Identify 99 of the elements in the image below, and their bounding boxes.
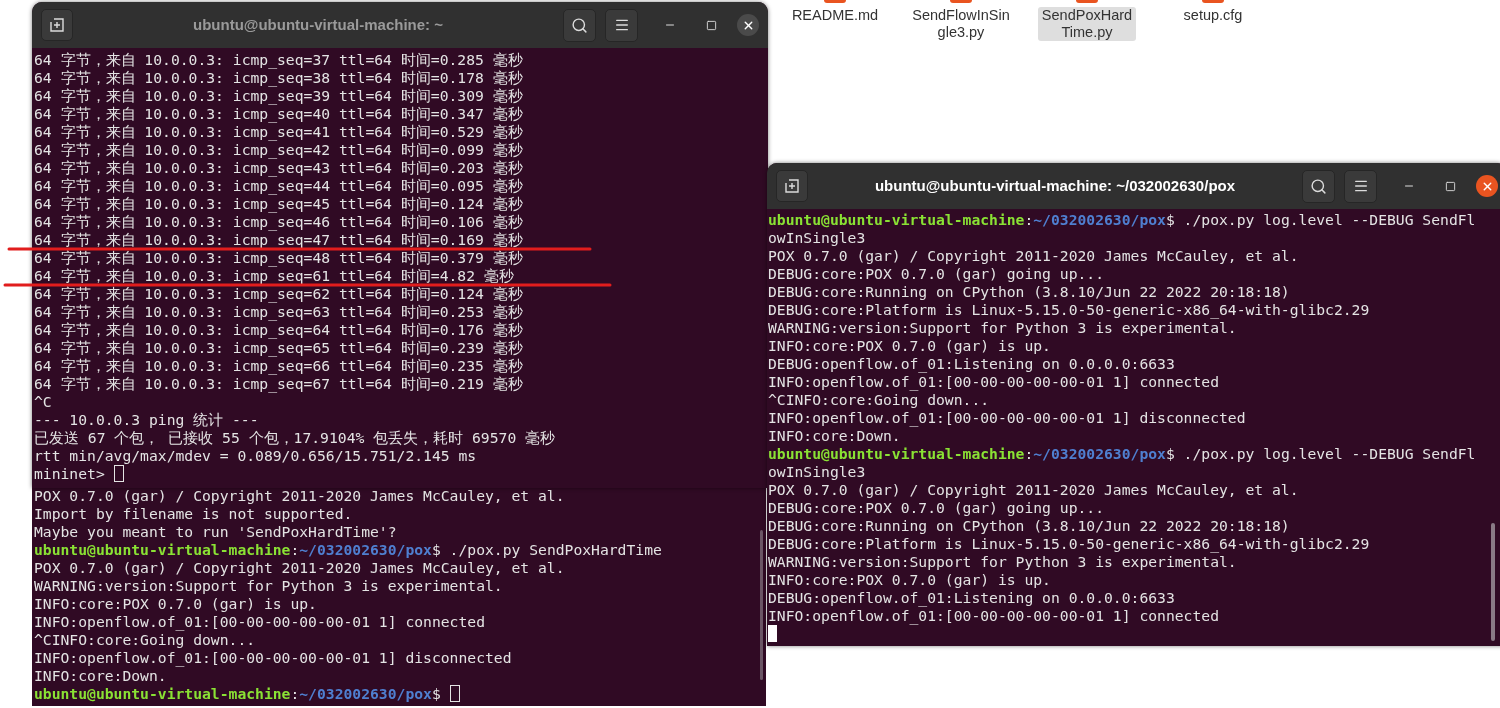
output-line: INFO:openflow.of_01:[00-00-00-00-00-01 1] disconnected: [34, 649, 512, 666]
output-line: 64 字节，来自 10.0.0.3: icmp_seq=40 ttl=64 时间=0.347 毫秒: [34, 105, 523, 122]
output-line: Import by filename is not supported.: [34, 505, 353, 522]
output-line: 64 字节，来自 10.0.0.3: icmp_seq=48 ttl=64 时间=0.379 毫秒: [34, 249, 523, 266]
prompt-path: ~/032002630/pox: [299, 685, 432, 702]
new-tab-icon: [784, 178, 800, 194]
output-line: DEBUG:core:Platform is Linux-5.15.0-50-generic-x86_64-with-glibc2.29: [768, 301, 1370, 318]
search-button[interactable]: [1302, 169, 1335, 203]
output-line: 64 字节，来自 10.0.0.3: icmp_seq=62 ttl=64 时间=0.124 毫秒: [34, 285, 523, 302]
output-line: mininet>: [34, 465, 106, 482]
menu-icon: [613, 17, 630, 33]
prompt-host: ubuntu@ubuntu-virtual-machine: [34, 685, 291, 702]
new-tab-button[interactable]: [41, 9, 73, 41]
prompt-host: ubuntu@ubuntu-virtual-machine: [768, 211, 1025, 228]
file-icon[interactable]: [950, 0, 972, 3]
file-icon[interactable]: [1202, 0, 1224, 3]
command-text: $ ./pox.py log.level --DEBUG SendFl: [1165, 445, 1476, 462]
close-button[interactable]: [737, 14, 759, 36]
output-line: 64 字节，来自 10.0.0.3: icmp_seq=66 ttl=64 时间=0.235 毫秒: [34, 357, 523, 374]
output-line: 64 字节，来自 10.0.0.3: icmp_seq=65 ttl=64 时间=0.239 毫秒: [34, 339, 523, 356]
close-button[interactable]: [1476, 175, 1498, 197]
output-line: 64 字节，来自 10.0.0.3: icmp_seq=42 ttl=64 时间=0.099 毫秒: [34, 141, 523, 158]
output-line: INFO:core:POX 0.7.0 (gar) is up.: [768, 571, 1051, 588]
file-name[interactable]: SendFlowInSin gle3.py: [908, 7, 1014, 41]
output-line: ^CINFO:core:Going down...: [768, 391, 990, 408]
output-line: DEBUG:core:Platform is Linux-5.15.0-50-generic-x86_64-with-glibc2.29: [768, 535, 1370, 552]
file-name[interactable]: setup.cfg: [1179, 7, 1247, 24]
command-text: $: [431, 685, 442, 702]
output-line: INFO:core:Down.: [768, 427, 901, 444]
output-line: 64 字节，来自 10.0.0.3: icmp_seq=47 ttl=64 时间=0.169 毫秒: [34, 231, 523, 248]
prompt-host: ubuntu@ubuntu-virtual-machine: [768, 445, 1025, 462]
output-line: INFO:openflow.of_01:[00-00-00-00-00-01 1] disconnected: [768, 409, 1246, 426]
output-line: INFO:core:POX 0.7.0 (gar) is up.: [34, 595, 317, 612]
search-button[interactable]: [563, 8, 596, 42]
window-title: ubuntu@ubuntu-virtual-machine: ~/032002630/pox: [874, 175, 1236, 196]
output-line: 已发送 67 个包， 已接收 55 个包，17.9104% 包丢失，耗时 69570 毫秒: [34, 429, 556, 446]
output-line: DEBUG:core:Running on CPython (3.8.10/Jun 22 2022 20:18:18): [768, 283, 1290, 300]
output-line: 64 字节，来自 10.0.0.3: icmp_seq=63 ttl=64 时间=0.253 毫秒: [34, 303, 523, 320]
scrollbar[interactable]: [760, 530, 763, 680]
output-line: POX 0.7.0 (gar) / Copyright 2011-2020 James McCauley, et al.: [34, 487, 565, 504]
prompt-separator: :: [1024, 211, 1034, 228]
command-text: $ ./pox.py SendPoxHardTime: [431, 541, 662, 558]
output-line: DEBUG:openflow.of_01:Listening on 0.0.0.0:6633: [768, 355, 1175, 372]
prompt-path: ~/032002630/pox: [299, 541, 432, 558]
output-line: rtt min/avg/max/mdev = 0.089/0.656/15.751/2.145 ms: [34, 447, 477, 464]
output-line: 64 字节，来自 10.0.0.3: icmp_seq=43 ttl=64 时间=0.203 毫秒: [34, 159, 523, 176]
output-line: 64 字节，来自 10.0.0.3: icmp_seq=44 ttl=64 时间=0.095 毫秒: [34, 177, 523, 194]
output-line: POX 0.7.0 (gar) / Copyright 2011-2020 James McCauley, et al.: [34, 559, 565, 576]
output-line: ^CINFO:core:Going down...: [34, 631, 256, 648]
prompt-separator: :: [1024, 445, 1034, 462]
menu-icon: [1352, 178, 1369, 194]
output-line: INFO:openflow.of_01:[00-00-00-00-00-01 1] connected: [768, 373, 1219, 390]
search-icon: [571, 16, 588, 34]
output-line: DEBUG:core:POX 0.7.0 (gar) going up...: [768, 265, 1105, 282]
prompt-separator: :: [290, 685, 300, 702]
output-line: Maybe you meant to run 'SendPoxHardTime'?: [34, 523, 397, 540]
output-line: INFO:openflow.of_01:[00-00-00-00-00-01 1] connected: [768, 607, 1219, 624]
window-title: ubuntu@ubuntu-virtual-machine: ~: [193, 14, 443, 35]
prompt-separator: :: [290, 541, 300, 558]
prompt-path: ~/032002630/pox: [1033, 211, 1166, 228]
output-line: --- 10.0.0.3 ping 统计 ---: [34, 411, 259, 428]
output-line: INFO:core:Down.: [34, 667, 167, 684]
output-line: POX 0.7.0 (gar) / Copyright 2011-2020 James McCauley, et al.: [768, 481, 1299, 498]
output-line: owInSingle3: [768, 229, 866, 246]
output-line: 64 字节，来自 10.0.0.3: icmp_seq=45 ttl=64 时间=0.124 毫秒: [34, 195, 523, 212]
search-icon: [1310, 177, 1327, 195]
output-line: 64 字节，来自 10.0.0.3: icmp_seq=37 ttl=64 时间=0.285 毫秒: [34, 51, 523, 68]
output-line: ^C: [34, 393, 52, 410]
output-line: INFO:openflow.of_01:[00-00-00-00-00-01 1] connected: [34, 613, 485, 630]
output-line: 64 字节，来自 10.0.0.3: icmp_seq=41 ttl=64 时间=0.529 毫秒: [34, 123, 523, 140]
output-line: 64 字节，来自 10.0.0.3: icmp_seq=67 ttl=64 时间=0.219 毫秒: [34, 375, 523, 392]
output-line: DEBUG:core:Running on CPython (3.8.10/Jun 22 2022 20:18:18): [768, 517, 1290, 534]
output-line: WARNING:version:Support for Python 3 is experimental.: [34, 577, 503, 594]
output-line: owInSingle3: [768, 463, 866, 480]
output-line: DEBUG:core:POX 0.7.0 (gar) going up...: [768, 499, 1105, 516]
output-line: DEBUG:openflow.of_01:Listening on 0.0.0.0:6633: [768, 589, 1175, 606]
output-line: 64 字节，来自 10.0.0.3: icmp_seq=64 ttl=64 时间=0.176 毫秒: [34, 321, 523, 338]
command-text: $ ./pox.py log.level --DEBUG SendFl: [1165, 211, 1476, 228]
output-line: 64 字节，来自 10.0.0.3: icmp_seq=46 ttl=64 时间=0.106 毫秒: [34, 213, 523, 230]
file-icon[interactable]: [824, 0, 846, 3]
file-icon[interactable]: [1076, 0, 1098, 3]
prompt-path: ~/032002630/pox: [1033, 445, 1166, 462]
prompt-host: ubuntu@ubuntu-virtual-machine: [34, 541, 291, 558]
new-tab-icon: [49, 17, 65, 33]
new-tab-button[interactable]: [776, 170, 808, 202]
output-line: POX 0.7.0 (gar) / Copyright 2011-2020 James McCauley, et al.: [768, 247, 1299, 264]
maximize-icon: [705, 19, 717, 31]
scrollbar[interactable]: [1491, 523, 1495, 641]
output-line: 64 字节，来自 10.0.0.3: icmp_seq=39 ttl=64 时间=0.309 毫秒: [34, 87, 523, 104]
output-line: 64 字节，来自 10.0.0.3: icmp_seq=38 ttl=64 时间=0.178 毫秒: [34, 69, 523, 86]
menu-button[interactable]: [605, 8, 638, 42]
maximize-icon: [1444, 180, 1456, 192]
file-name[interactable]: README.md: [787, 7, 883, 24]
file-name[interactable]: SendPoxHard Time.py: [1037, 7, 1137, 41]
menu-button[interactable]: [1344, 169, 1377, 203]
output-line: WARNING:version:Support for Python 3 is experimental.: [768, 319, 1237, 336]
output-line: 64 字节，来自 10.0.0.3: icmp_seq=61 ttl=64 时间=4.82 毫秒: [34, 267, 514, 284]
output-line: INFO:core:POX 0.7.0 (gar) is up.: [768, 337, 1051, 354]
output-line: WARNING:version:Support for Python 3 is experimental.: [768, 553, 1237, 570]
